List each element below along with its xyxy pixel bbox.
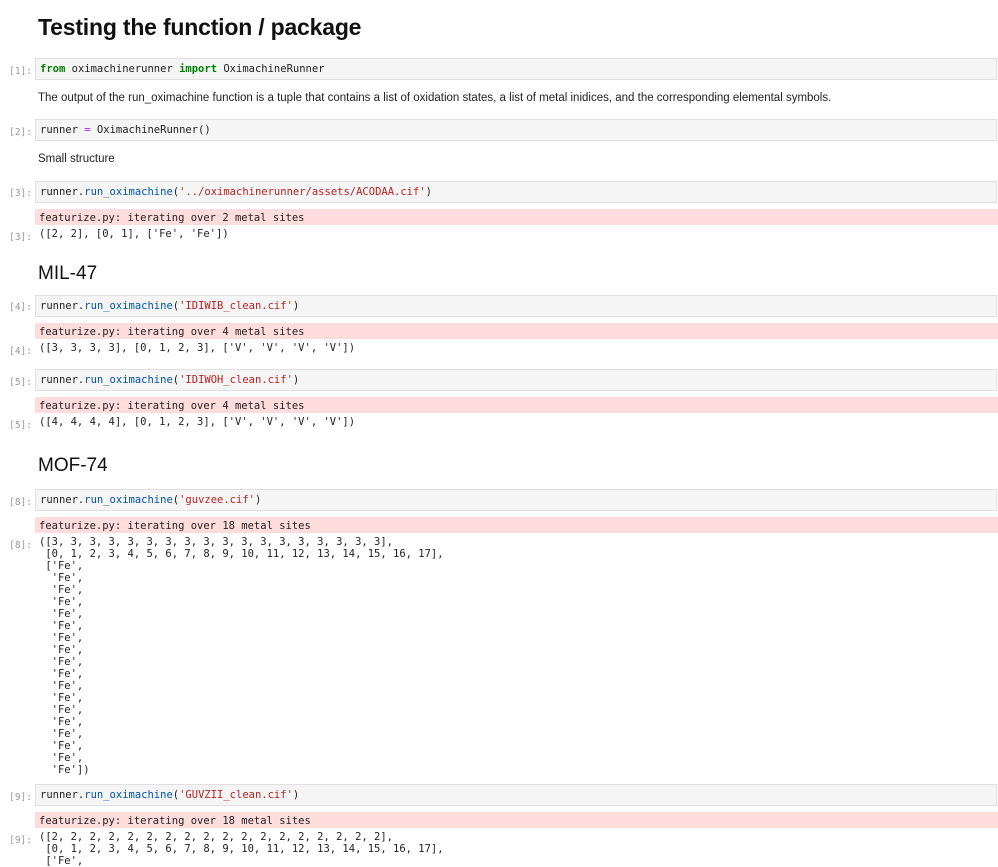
code-keyword-import: import: [179, 63, 218, 75]
cell-output-4: ([3, 3, 3, 3], [0, 1, 2, 3], ['V', 'V', …: [39, 342, 356, 354]
code-method: run_oximachine: [84, 374, 173, 386]
input-prompt-5: [5]:: [9, 377, 32, 388]
stderr-output-5: featurize.py: iterating over 4 metal sit…: [35, 397, 998, 413]
code-method: run_oximachine: [84, 494, 173, 506]
input-prompt-2: [2]:: [9, 127, 32, 138]
markdown-description: The output of the run_oximachine functio…: [38, 92, 832, 104]
code-paren-close: ): [292, 300, 300, 312]
output-prompt-9: [9]:: [9, 835, 32, 846]
code-module: oximachinerunner: [65, 63, 180, 75]
output-prompt-3: [3]:: [9, 232, 32, 243]
code-paren-close: ): [292, 374, 300, 386]
code-string-arg: 'GUVZII_clean.cif': [179, 789, 293, 801]
code-paren-close: ): [254, 494, 262, 506]
code-cell-9[interactable]: runner.run_oximachine('GUVZII_clean.cif'…: [35, 784, 997, 806]
code-cell-3[interactable]: runner.run_oximachine('../oximachinerunn…: [35, 181, 997, 203]
code-cell-2[interactable]: runner = OximachineRunner(): [35, 119, 997, 141]
input-prompt-1: [1]:: [9, 66, 32, 77]
code-import-name: OximachineRunner: [217, 63, 325, 75]
code-keyword-from: from: [40, 63, 66, 75]
code-paren-close: ): [292, 789, 300, 801]
output-prompt-4: [4]:: [9, 346, 32, 357]
code-cell-5[interactable]: runner.run_oximachine('IDIWOH_clean.cif'…: [35, 369, 997, 391]
input-prompt-4: [4]:: [9, 302, 32, 313]
code-string-arg: 'IDIWIB_clean.cif': [179, 300, 293, 312]
code-string-arg: '../oximachinerunner/assets/ACODAA.cif': [179, 186, 426, 198]
stderr-output-4: featurize.py: iterating over 4 metal sit…: [35, 323, 998, 339]
input-prompt-9: [9]:: [9, 792, 32, 803]
cell-output-9: ([2, 2, 2, 2, 2, 2, 2, 2, 2, 2, 2, 2, 2,…: [39, 831, 444, 867]
code-paren-close: ): [425, 186, 432, 198]
input-prompt-8: [8]:: [9, 497, 32, 508]
code-method: run_oximachine: [84, 186, 173, 198]
cell-output-8: ([3, 3, 3, 3, 3, 3, 3, 3, 3, 3, 3, 3, 3,…: [39, 536, 444, 776]
section-heading-mil47: MIL-47: [38, 263, 98, 284]
stderr-output-3: featurize.py: iterating over 2 metal sit…: [35, 209, 998, 225]
notebook: Testing the function / package [1]: from…: [0, 0, 998, 867]
code-method: run_oximachine: [84, 789, 173, 801]
section-heading-mof74: MOF-74: [38, 455, 108, 476]
code-cell-4[interactable]: runner.run_oximachine('IDIWIB_clean.cif'…: [35, 295, 997, 317]
code-string-arg: 'guvzee.cif': [179, 494, 255, 506]
code-object: runner.: [40, 374, 85, 386]
code-string-arg: 'IDIWOH_clean.cif': [179, 374, 293, 386]
input-prompt-3: [3]:: [9, 188, 32, 199]
stderr-output-8: featurize.py: iterating over 18 metal si…: [35, 517, 998, 533]
code-variable: runner: [40, 124, 85, 136]
code-call: OximachineRunner(): [90, 124, 211, 136]
stderr-output-9: featurize.py: iterating over 18 metal si…: [35, 812, 998, 828]
output-prompt-5: [5]:: [9, 420, 32, 431]
code-cell-1[interactable]: from oximachinerunner import OximachineR…: [35, 58, 997, 80]
code-object: runner.: [40, 186, 85, 198]
code-object: runner.: [40, 494, 85, 506]
code-cell-8[interactable]: runner.run_oximachine('guvzee.cif'): [35, 489, 997, 511]
markdown-small-structure: Small structure: [38, 153, 115, 165]
code-object: runner.: [40, 300, 85, 312]
code-method: run_oximachine: [84, 300, 173, 312]
code-object: runner.: [40, 789, 85, 801]
section-heading-main: Testing the function / package: [38, 14, 362, 40]
cell-output-5: ([4, 4, 4, 4], [0, 1, 2, 3], ['V', 'V', …: [39, 416, 356, 428]
output-prompt-8: [8]:: [9, 540, 32, 551]
cell-output-3: ([2, 2], [0, 1], ['Fe', 'Fe']): [39, 228, 229, 240]
